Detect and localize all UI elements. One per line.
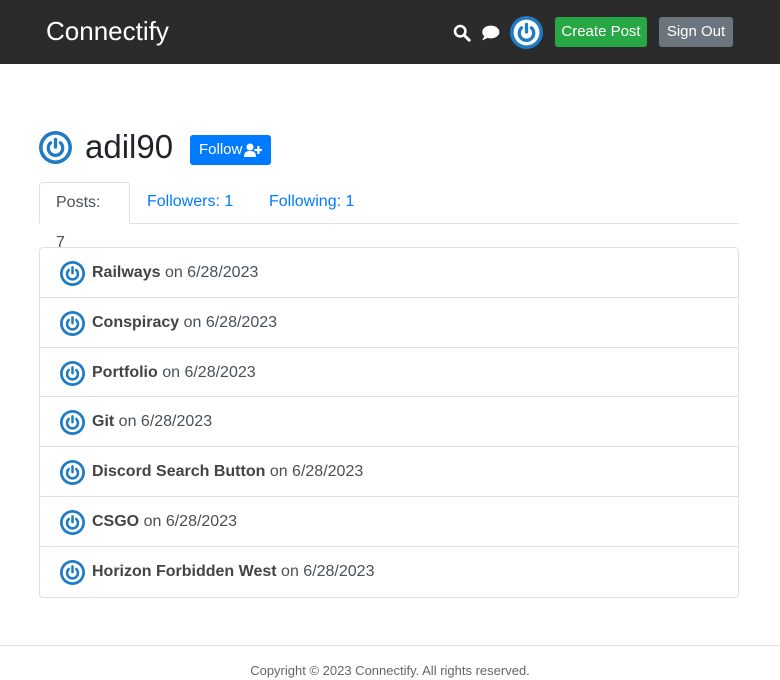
post-list-item[interactable]: Horizon Forbidden West on 6/28/2023 xyxy=(40,547,738,597)
author-avatar-icon xyxy=(60,560,85,585)
author-avatar-icon xyxy=(60,361,85,386)
follow-label: Follow xyxy=(199,141,243,158)
profile-tabs: Posts: 7 Followers: 1 Following: 1 xyxy=(39,182,739,251)
post-line: Git on 6/28/2023 xyxy=(92,397,212,446)
create-post-button[interactable]: Create Post xyxy=(555,17,647,47)
post-list-item[interactable]: Discord Search Button on 6/28/2023 xyxy=(40,447,738,497)
copyright-text: Copyright © 2023 Connectify. All rights … xyxy=(250,663,530,678)
post-title[interactable]: Railways xyxy=(92,264,160,281)
post-date: on 6/28/2023 xyxy=(118,413,213,431)
footer: Copyright © 2023 Connectify. All rights … xyxy=(0,645,780,680)
post-list-item[interactable]: Railways on 6/28/2023 xyxy=(40,248,738,298)
post-title[interactable]: Portfolio xyxy=(92,364,158,381)
profile-username: adil90 xyxy=(85,128,174,165)
post-line: Portfolio on 6/28/2023 xyxy=(92,348,256,397)
author-avatar-icon xyxy=(60,410,85,435)
profile-avatar-icon xyxy=(39,131,72,164)
author-avatar-icon xyxy=(60,510,85,535)
post-list-item[interactable]: Portfolio on 6/28/2023 xyxy=(40,348,738,398)
post-list-item[interactable]: CSGO on 6/28/2023 xyxy=(40,497,738,547)
post-title[interactable]: Horizon Forbidden West xyxy=(92,563,277,580)
tab-posts[interactable]: Posts: 7 xyxy=(39,182,130,251)
post-line: Conspiracy on 6/28/2023 xyxy=(92,298,277,347)
post-date: on 6/28/2023 xyxy=(183,313,278,331)
chat-icon[interactable] xyxy=(481,25,500,41)
post-line: Horizon Forbidden West on 6/28/2023 xyxy=(92,547,374,596)
post-title[interactable]: Conspiracy xyxy=(92,314,179,331)
sign-out-button[interactable]: Sign Out xyxy=(659,17,733,47)
author-avatar-icon xyxy=(60,261,85,286)
user-avatar-icon[interactable] xyxy=(510,16,543,49)
post-title[interactable]: Discord Search Button xyxy=(92,463,265,480)
author-avatar-icon xyxy=(60,311,85,336)
post-list-item[interactable]: Conspiracy on 6/28/2023 xyxy=(40,298,738,348)
tab-followers[interactable]: Followers: 1 xyxy=(131,182,249,224)
navbar: Connectify Create Post Sign Out xyxy=(0,0,780,64)
tab-following[interactable]: Following: 1 xyxy=(253,182,370,224)
post-title[interactable]: CSGO xyxy=(92,513,139,530)
author-avatar-icon xyxy=(60,460,85,485)
post-date: on 6/28/2023 xyxy=(281,562,375,580)
brand-logo[interactable]: Connectify xyxy=(46,14,169,48)
search-icon[interactable] xyxy=(453,24,471,42)
post-line: Railways on 6/28/2023 xyxy=(92,248,258,297)
post-title[interactable]: Git xyxy=(92,413,114,430)
user-plus-icon xyxy=(244,143,262,157)
post-date: on 6/28/2023 xyxy=(269,463,364,481)
post-date: on 6/28/2023 xyxy=(162,363,256,381)
post-list-item[interactable]: Git on 6/28/2023 xyxy=(40,397,738,448)
post-line: CSGO on 6/28/2023 xyxy=(92,497,237,546)
follow-button[interactable]: Follow xyxy=(190,135,271,165)
post-list: Railways on 6/28/2023 Conspiracy on 6/28… xyxy=(39,247,739,598)
post-line: Discord Search Button on 6/28/2023 xyxy=(92,447,363,496)
post-date: on 6/28/2023 xyxy=(164,264,259,281)
post-date: on 6/28/2023 xyxy=(143,512,237,530)
